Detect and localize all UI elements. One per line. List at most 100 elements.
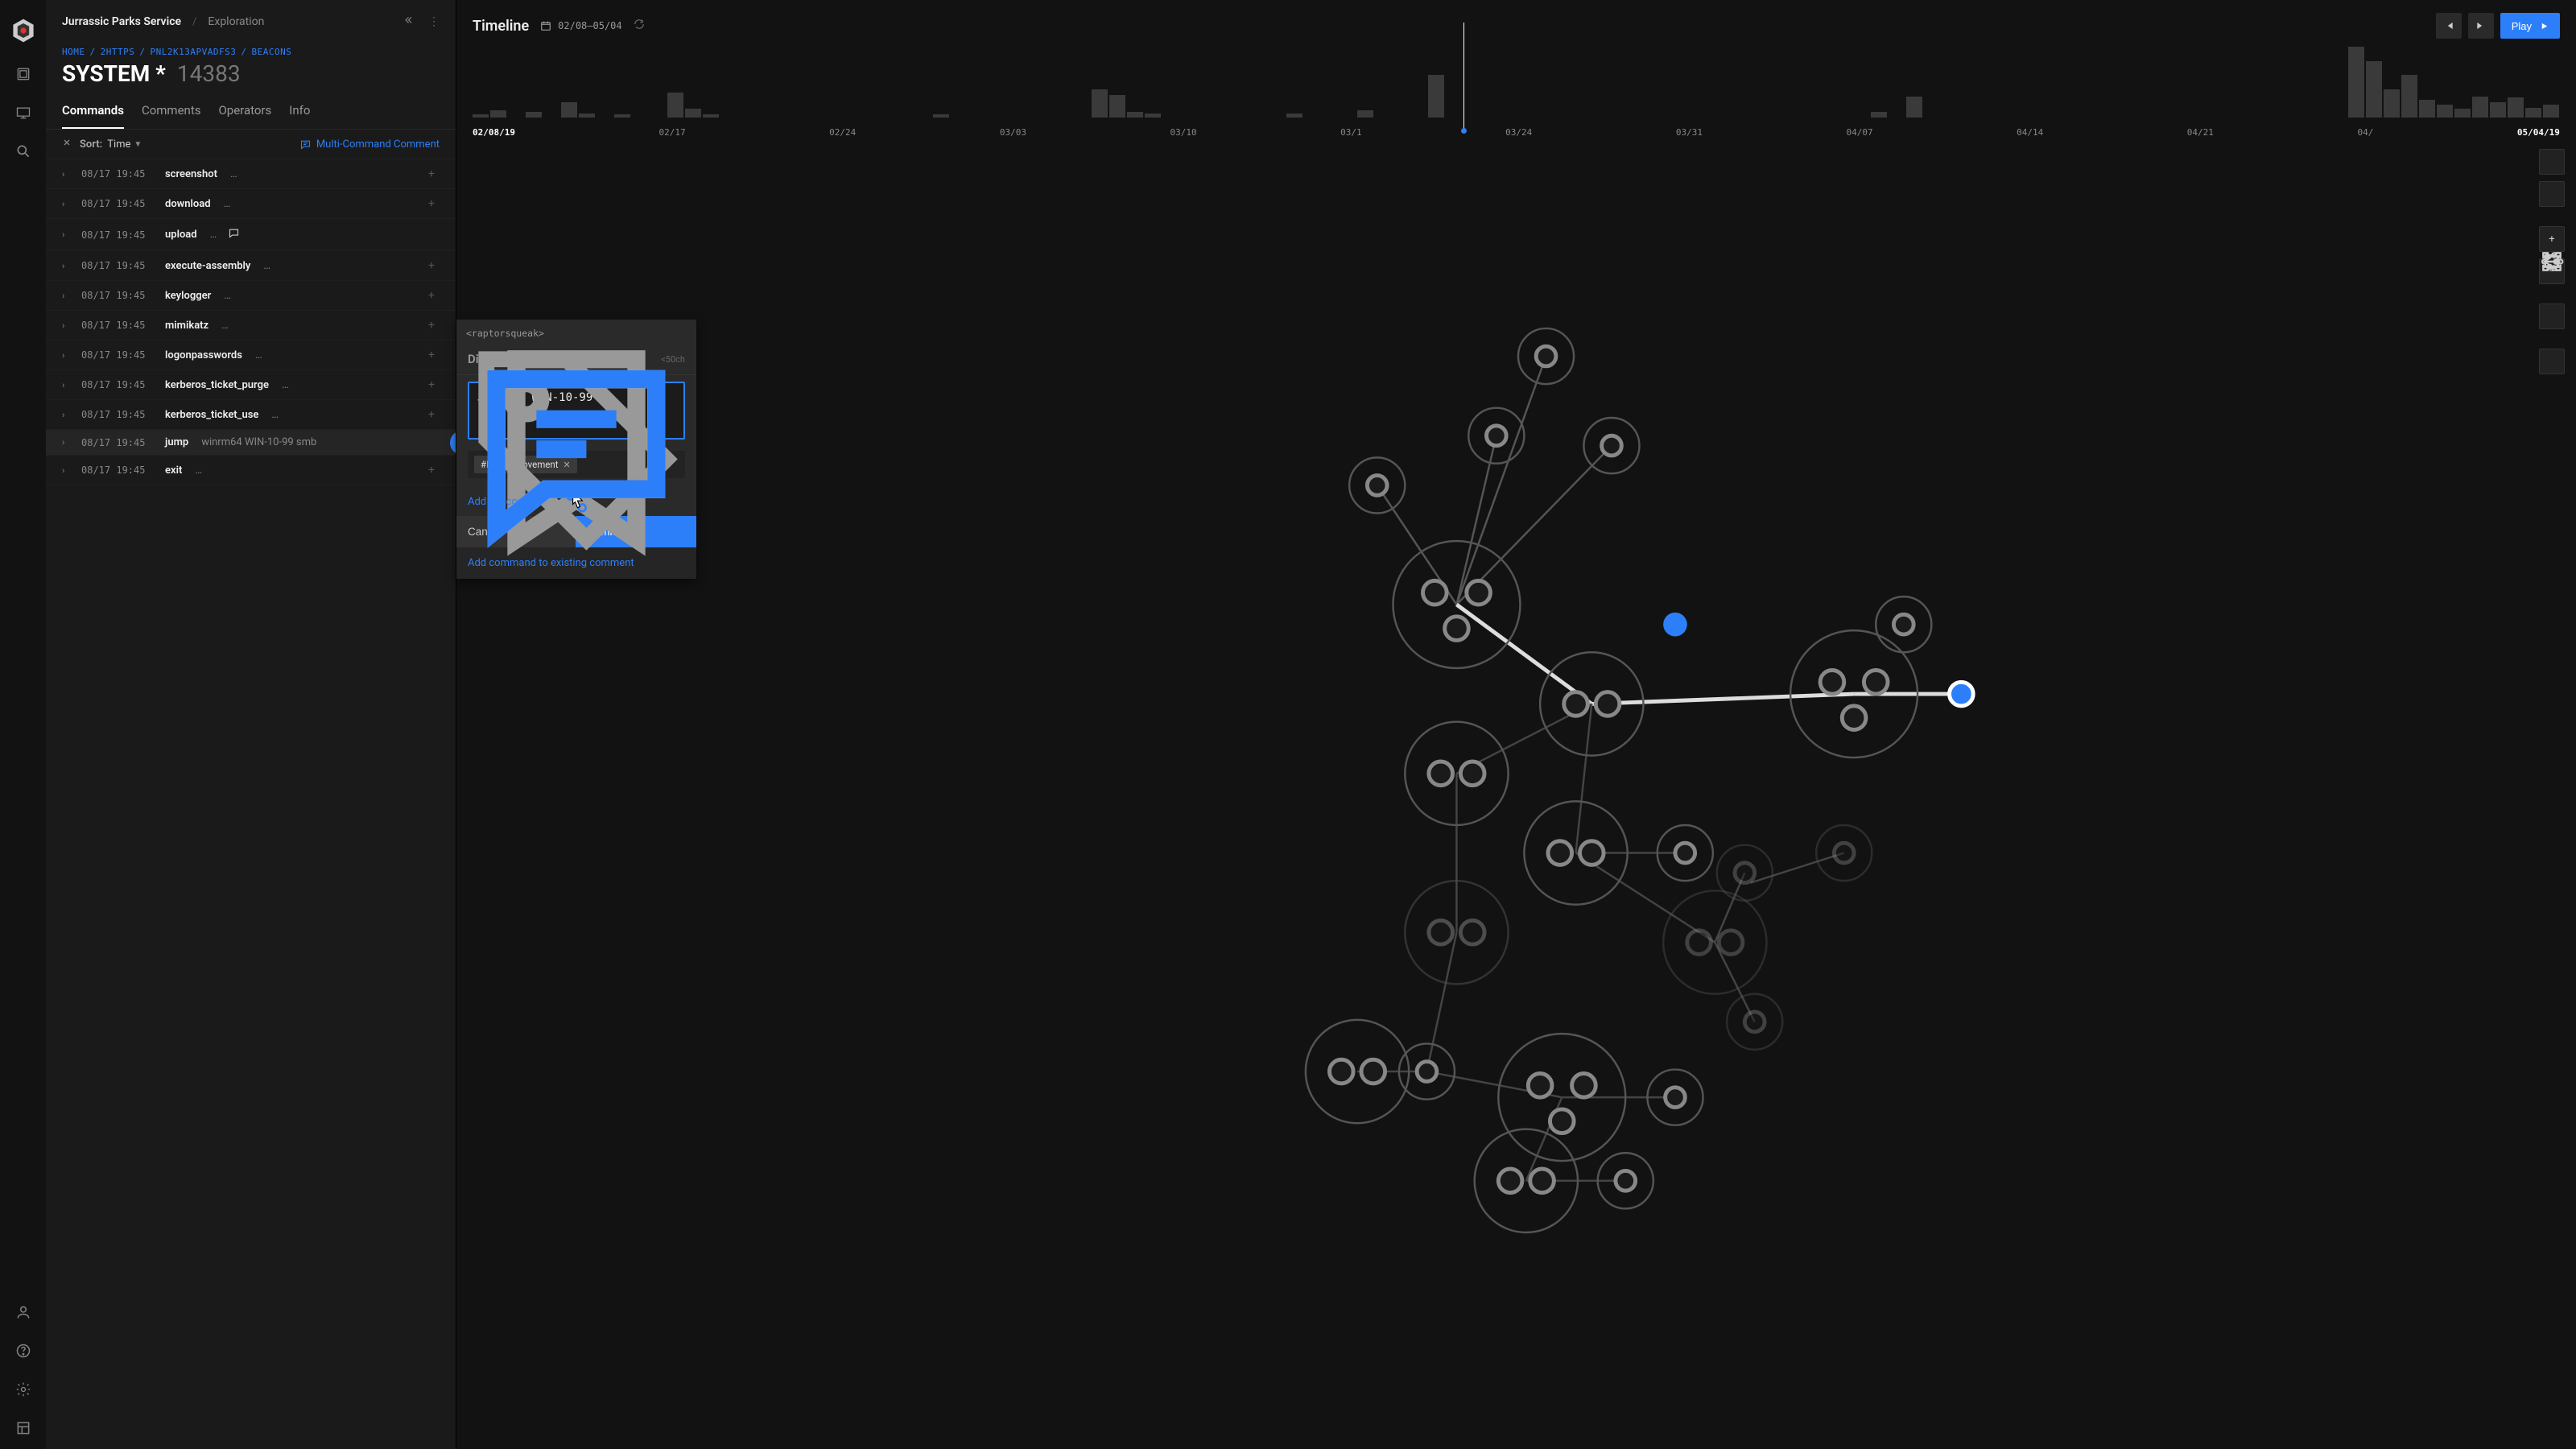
play-button[interactable]: Play [2500,13,2560,39]
timeline-bar[interactable] [2472,97,2488,118]
bc-3[interactable]: BEACONS [251,47,291,57]
timeline-bar[interactable] [614,114,630,118]
timeline-bar[interactable] [2384,89,2400,118]
timeline-bar[interactable] [473,114,489,118]
graph-node-active[interactable] [1663,613,1687,637]
command-row[interactable]: ›08/17 19:45mimikatz…+ [46,311,456,341]
settings-icon[interactable] [14,1380,33,1399]
chevron-right-icon[interactable]: › [62,291,72,301]
add-comment-icon[interactable]: + [423,287,440,303]
command-row[interactable]: ›08/17 19:45keylogger…+ [46,281,456,311]
chevron-down-icon[interactable]: ▼ [134,140,142,149]
timeline-tick: 03/10 [1170,127,1196,138]
chevron-right-icon[interactable]: › [62,410,72,420]
timeline-bar[interactable] [1092,89,1108,118]
timeline-bar[interactable] [933,114,949,118]
timeline-bar[interactable] [2490,102,2506,118]
timeline-bar[interactable] [685,109,701,118]
timeline-bar[interactable] [703,114,719,118]
timeline-marker[interactable] [1463,23,1464,130]
timeline-chart[interactable] [473,47,2560,118]
layout-icon[interactable] [14,1418,33,1438]
timeline-bar[interactable] [490,110,506,118]
tab-commands[interactable]: Commands [62,95,124,129]
more-icon[interactable]: ⋮ [428,15,440,28]
help-icon[interactable] [14,1341,33,1360]
add-comment-icon[interactable]: + [423,166,440,182]
skip-forward-button[interactable] [2468,13,2494,39]
timeline-bar[interactable] [1871,112,1887,118]
add-comment-icon[interactable]: + [423,317,440,333]
chevron-right-icon[interactable]: › [62,380,72,390]
app-logo[interactable] [9,16,38,45]
command-row[interactable]: ›08/17 19:45execute-assembly…+ [46,251,456,281]
refresh-icon[interactable] [634,19,645,33]
multi-command-comment-button[interactable]: Multi-Command Comment [299,138,440,151]
add-comment-icon[interactable]: + [423,377,440,393]
command-row[interactable]: ›08/17 19:45download…+ [46,189,456,219]
tab-comments[interactable]: Comments [142,95,201,129]
collapse-panel-icon[interactable] [399,11,417,32]
add-comment-icon[interactable]: + [423,258,440,274]
active-comment-bubble-icon[interactable] [450,431,456,455]
add-comment-icon[interactable]: + [423,407,440,423]
chevron-right-icon[interactable]: › [62,465,72,476]
command-row[interactable]: ›08/17 19:45kerberos_ticket_purge…+ [46,370,456,400]
timeline-bar[interactable] [1906,97,1922,118]
add-to-existing-button[interactable]: Add command to existing comment [456,547,696,579]
timeline-range[interactable]: 02/08–05/04 [540,20,621,31]
command-row[interactable]: ›08/17 19:45jumpwinrm64 WIN-10-99 smb [46,430,456,456]
tab-operators[interactable]: Operators [218,95,271,129]
timeline-bar[interactable] [2525,108,2541,118]
collapse-list-icon[interactable] [62,138,72,151]
timeline-bar[interactable] [526,112,542,118]
timeline-bar[interactable] [1109,95,1125,118]
timeline-bar[interactable] [1286,114,1302,118]
timeline-bar[interactable] [1428,75,1444,118]
search-icon[interactable] [14,142,33,161]
timeline-bar[interactable] [2348,47,2364,118]
user-icon[interactable] [14,1302,33,1322]
chevron-right-icon[interactable]: › [62,350,72,361]
timeline-bar[interactable] [2543,105,2559,118]
breadcrumb: HOME/2HTTPS/PNL2K13APVADFS3/BEACONS [46,39,456,57]
command-row[interactable]: ›08/17 19:45screenshot…+ [46,159,456,189]
add-comment-icon[interactable]: + [423,196,440,212]
command-row[interactable]: ›08/17 19:45kerberos_ticket_use…+ [46,400,456,430]
timeline-bar[interactable] [667,93,683,118]
explore-icon[interactable] [14,64,33,84]
chevron-right-icon[interactable]: › [62,320,72,331]
chevron-right-icon[interactable]: › [62,199,72,209]
timeline-bar[interactable] [1357,110,1373,118]
chevron-right-icon[interactable]: › [62,437,72,448]
bc-2[interactable]: PNL2K13APVADFS3 [151,47,237,57]
graph-node-target[interactable] [1950,682,1974,706]
timeline-bar[interactable] [2401,75,2417,118]
command-row[interactable]: ›08/17 19:45logonpasswords…+ [46,341,456,370]
graph-canvas[interactable]: + − <raptorsqueak> Display Name <50ch [456,138,2576,1449]
timeline-bar[interactable] [2419,100,2435,118]
add-comment-icon[interactable]: + [423,347,440,363]
timeline-bar[interactable] [1127,112,1143,118]
command-row[interactable]: ›08/17 19:45exit…+ [46,456,456,485]
timeline-bar[interactable] [2454,109,2471,118]
comment-icon[interactable] [226,225,242,244]
timeline-bar[interactable] [561,102,577,118]
timeline-bar[interactable] [1145,114,1161,118]
chevron-right-icon[interactable]: › [62,229,72,240]
bc-home[interactable]: HOME [62,47,85,57]
command-row[interactable]: ›08/17 19:45upload… [46,219,456,251]
presentation-icon[interactable] [14,103,33,122]
chevron-right-icon[interactable]: › [62,169,72,180]
bc-1[interactable]: 2HTTPS [101,47,135,57]
tab-info[interactable]: Info [289,95,310,129]
timeline-bar[interactable] [2508,97,2524,118]
sort-value[interactable]: Time [107,138,130,151]
timeline-bar[interactable] [2366,61,2382,118]
timeline-bar[interactable] [579,114,595,118]
sliders-icon[interactable] [2539,349,2565,374]
timeline-bar[interactable] [2437,105,2453,118]
skip-back-button[interactable] [2436,13,2462,39]
add-comment-icon[interactable]: + [423,462,440,478]
chevron-right-icon[interactable]: › [62,261,72,271]
